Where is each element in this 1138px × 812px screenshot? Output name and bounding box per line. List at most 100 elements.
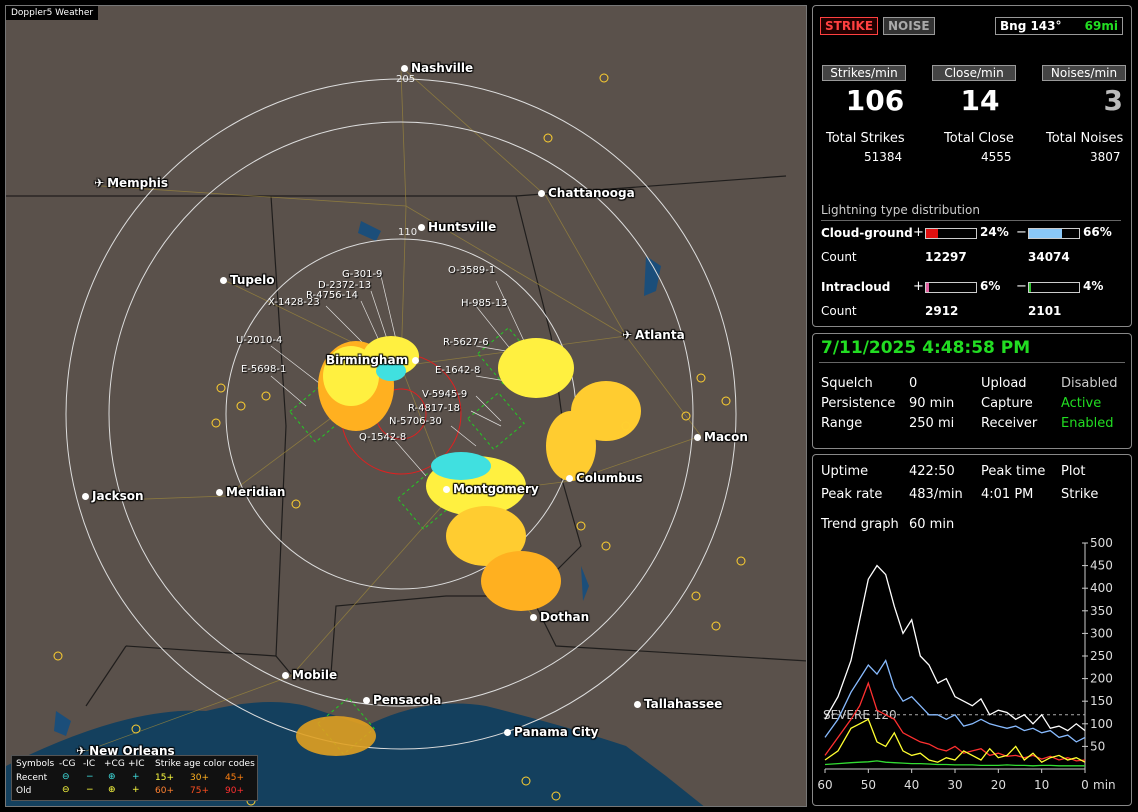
strikes-per-min: 106 (845, 84, 905, 117)
strike-button[interactable]: STRIKE (820, 17, 879, 35)
capture-value[interactable]: Active (1061, 396, 1101, 411)
range-label-outer: 205 (396, 74, 416, 85)
plus-sign: + (913, 225, 924, 240)
y-tick-label: 150 (1090, 694, 1113, 708)
city-label: Tallahassee (634, 697, 722, 711)
cloud-ground-label: Cloud-ground (821, 226, 913, 240)
cg-positive-bar (925, 228, 977, 239)
total-noises: 3807 (1090, 150, 1121, 164)
storm-cell-label[interactable]: E-5698-1 (241, 364, 286, 375)
range-label-inner: 110 (398, 227, 418, 238)
status-panel: STRIKE NOISE Bng 143° 69mi Strikes/min C… (812, 5, 1132, 327)
total-noises-label: Total Noises (1046, 131, 1124, 146)
receiver-value[interactable]: Enabled (1061, 416, 1114, 431)
storm-cell-label[interactable]: H-985-13 (461, 298, 508, 309)
cg-positive-pct: 24% (980, 225, 1009, 239)
city-label: Jackson (82, 489, 144, 503)
storm-cell-label[interactable]: R-5627-6 (443, 337, 489, 348)
persistence-label: Persistence (821, 396, 896, 411)
age-code: 30+ (190, 773, 209, 783)
plot-label: Plot (1061, 464, 1086, 479)
x-tick-label: 50 (861, 778, 876, 792)
storm-cell-label[interactable]: N-5706-30 (389, 416, 442, 427)
neg-ic-icon: − (86, 772, 94, 782)
city-label: Montgomery (443, 482, 539, 496)
ic-negative-pct: 4% (1083, 279, 1104, 293)
city-dot-icon (566, 475, 573, 482)
age-code: 75+ (190, 786, 209, 796)
cg-negative-pct: 66% (1083, 225, 1112, 239)
uptime-value: 422:50 (909, 464, 955, 479)
close-per-min-label[interactable]: Close/min (932, 65, 1016, 81)
receiver-label: Receiver (981, 416, 1038, 431)
city-dot-icon (530, 614, 537, 621)
bar-fill (926, 283, 929, 292)
airport-icon: ✈ (94, 176, 105, 190)
symbol-legend: Symbols -CG -IC +CG +IC Strike age color… (11, 755, 258, 801)
distance-value: 69mi (1084, 19, 1118, 33)
trend-series-line-1 (824, 658, 1086, 743)
legend-row-label: Old (16, 786, 32, 796)
pos-cg-icon: ⊕ (108, 785, 116, 795)
city-label: Pensacola (363, 693, 441, 707)
trend-series-line-4 (824, 760, 1085, 767)
neg-ic-icon: − (86, 785, 94, 795)
city-dot-icon (634, 701, 641, 708)
squelch-value[interactable]: 0 (909, 376, 917, 391)
count-label: Count (821, 304, 857, 318)
trend-label: Trend graph (821, 517, 899, 532)
distribution-title: Lightning type distribution (821, 203, 980, 217)
storm-cell-label[interactable]: O-3589-1 (448, 265, 495, 276)
x-tick-label: 40 (904, 778, 919, 792)
storm-cell-label[interactable]: G-301-9 (342, 269, 382, 280)
y-tick-label: 200 (1090, 672, 1113, 686)
total-strikes: 51384 (864, 150, 903, 164)
neg-cg-icon: ⊖ (62, 772, 70, 782)
strike-clusters (296, 336, 641, 756)
noise-button[interactable]: NOISE (883, 17, 935, 35)
noises-per-min-label[interactable]: Noises/min (1042, 65, 1126, 81)
age-code: 90+ (225, 786, 244, 796)
y-tick-label: 100 (1090, 717, 1113, 731)
capture-label: Capture (981, 396, 1033, 411)
count-label: Count (821, 250, 857, 264)
city-label: Tupelo (220, 273, 275, 287)
lightning-map[interactable]: Doppler5 Weather 205 110 Nashville ✈ Memp… (5, 5, 807, 807)
city-label: Nashville (401, 61, 473, 75)
storm-cell-label[interactable]: E-1642-8 (435, 365, 480, 376)
plot-value[interactable]: Strike (1061, 487, 1098, 502)
storm-cell-label[interactable]: U-2010-4 (236, 335, 282, 346)
legend-header: -IC (83, 759, 96, 769)
city-label: Huntsville (418, 220, 496, 234)
plus-sign: + (913, 279, 924, 294)
divider (819, 362, 1125, 363)
city-dot-icon (363, 697, 370, 704)
squelch-label: Squelch (821, 376, 873, 391)
airport-icon: ✈ (622, 328, 633, 342)
x-tick-label: 10 (1034, 778, 1049, 792)
storm-cell-label[interactable]: R-4817-18 (408, 403, 460, 414)
city-label: Dothan (530, 610, 589, 624)
peak-time-label: Peak time (981, 464, 1046, 479)
peak-time-value: 4:01 PM (981, 487, 1034, 502)
persistence-value[interactable]: 90 min (909, 396, 954, 411)
city-dot-icon (443, 486, 450, 493)
range-value[interactable]: 250 mi (909, 416, 954, 431)
legend-header: +CG (104, 759, 125, 769)
trend-range[interactable]: 60 min (909, 517, 954, 532)
legend-header: Strike age color codes (155, 759, 255, 769)
city-label: Mobile (282, 668, 337, 682)
city-dot-icon (82, 493, 89, 500)
strikes-per-min-label[interactable]: Strikes/min (822, 65, 906, 81)
trend-panel: Uptime 422:50 Peak time Plot Peak rate 4… (812, 454, 1132, 806)
storm-cell-label[interactable]: V-5945-9 (422, 389, 467, 400)
city-label: Columbus (566, 471, 643, 485)
storm-cell-label[interactable]: X-1428-23 (268, 297, 320, 308)
storm-cell-label[interactable]: Q-1542-8 (359, 432, 406, 443)
city-dot-icon (504, 729, 511, 736)
noises-per-min: 3 (1103, 84, 1123, 117)
upload-value[interactable]: Disabled (1061, 376, 1117, 391)
x-tick-label: 20 (991, 778, 1006, 792)
y-tick-label: 300 (1090, 626, 1113, 640)
bearing-display: Bng 143° 69mi (995, 17, 1123, 35)
